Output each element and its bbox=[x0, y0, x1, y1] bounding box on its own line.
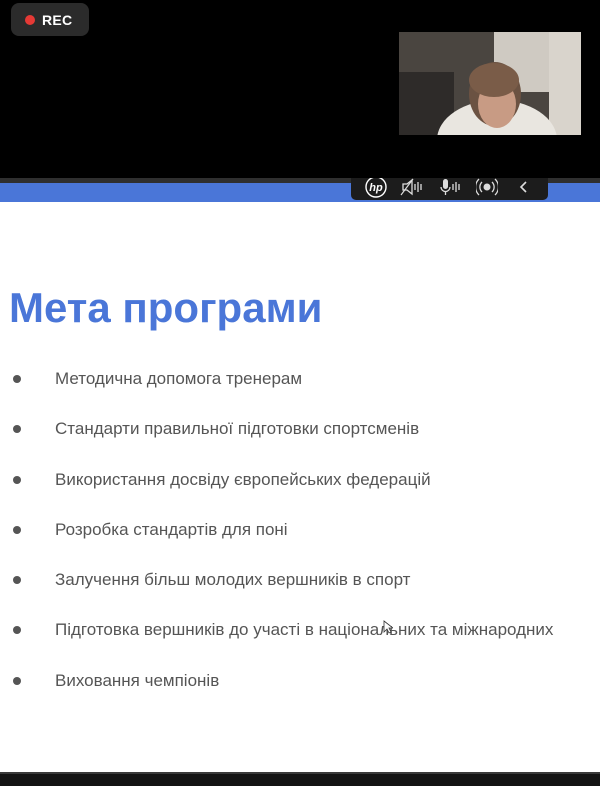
broadcast-icon[interactable] bbox=[474, 178, 500, 198]
recording-dot-icon bbox=[25, 14, 35, 25]
svg-text:hp: hp bbox=[369, 182, 383, 194]
meeting-top-bar: REC bbox=[0, 0, 600, 178]
speaker-mute-icon[interactable] bbox=[400, 178, 426, 198]
bullet-text: Методична допомога тренерам bbox=[55, 369, 303, 388]
bullet-icon bbox=[13, 676, 21, 685]
bullet-text: Підготовка вершників до участі в націона… bbox=[55, 620, 554, 640]
chevron-left-icon[interactable] bbox=[511, 178, 537, 198]
recording-label: REC bbox=[42, 11, 73, 28]
bottom-divider bbox=[0, 772, 600, 774]
bullet-icon bbox=[13, 475, 21, 484]
presentation-slide: hp Мета програми Методична допомога трен… bbox=[0, 178, 600, 772]
bullet-icon bbox=[13, 375, 21, 383]
meeting-bottom-bar bbox=[0, 772, 600, 786]
bullet-icon bbox=[13, 425, 21, 434]
bullet-text: Розробка стандартів для поні bbox=[55, 519, 288, 539]
slide-title: Мета програми bbox=[9, 284, 323, 331]
participant-video-frame bbox=[399, 32, 581, 135]
bullet-icon bbox=[13, 626, 21, 635]
bullet-text: Виховання чемпіонів bbox=[55, 670, 220, 690]
bullet-icon bbox=[13, 525, 21, 534]
participant-video[interactable] bbox=[399, 32, 581, 135]
bullet-text: Залучення більш молодих вершників в спор… bbox=[55, 570, 411, 590]
bullet-text: Використання досвіду європейських федера… bbox=[55, 469, 431, 489]
recording-indicator[interactable]: REC bbox=[11, 3, 89, 36]
mouse-cursor-icon bbox=[383, 620, 393, 634]
hp-toolbar: hp bbox=[351, 178, 548, 200]
microphone-icon[interactable] bbox=[437, 178, 463, 198]
hp-logo-icon[interactable]: hp bbox=[363, 178, 389, 198]
bullet-text: Стандарти правильної підготовки спортсме… bbox=[55, 419, 420, 439]
bullet-icon bbox=[13, 576, 21, 585]
